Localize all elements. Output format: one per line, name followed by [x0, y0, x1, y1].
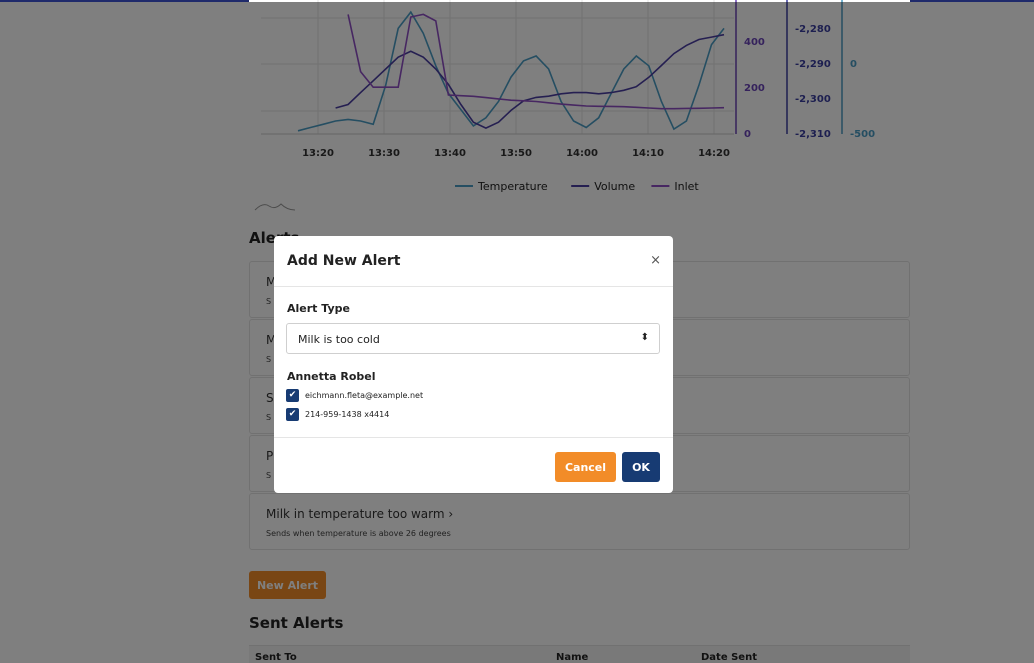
close-icon[interactable]: × — [650, 253, 661, 268]
modal-footer: Cancel OK — [274, 437, 673, 493]
modal-title: Add New Alert — [287, 253, 401, 269]
ok-button[interactable]: OK — [622, 452, 660, 482]
add-alert-modal: Add New Alert × Alert Type Milk is too c… — [274, 236, 673, 493]
contact-email-label: eichmann.fleta@example.net — [305, 391, 424, 400]
checkbox-checked-icon[interactable]: ✔ — [286, 408, 299, 421]
select-arrows-icon: ⬍ — [640, 332, 649, 343]
modal-header: Add New Alert × — [274, 236, 673, 287]
alert-type-select[interactable]: Milk is too cold ⬍ — [286, 323, 660, 354]
cancel-button[interactable]: Cancel — [555, 452, 616, 482]
checkbox-checked-icon[interactable]: ✔ — [286, 389, 299, 402]
alert-type-label: Alert Type — [287, 302, 350, 315]
contact-name: Annetta Robel — [287, 370, 376, 383]
alert-type-value: Milk is too cold — [298, 333, 380, 346]
contact-phone-label: 214-959-1438 x4414 — [305, 410, 390, 419]
